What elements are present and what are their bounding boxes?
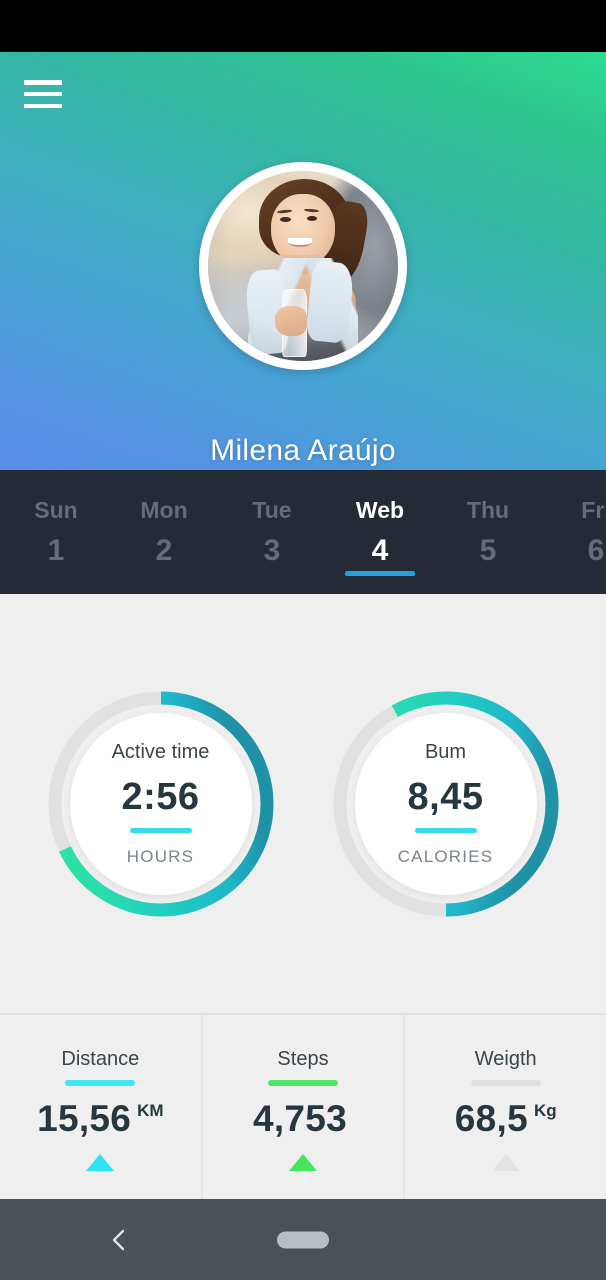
hamburger-icon[interactable]	[24, 80, 62, 108]
stat-unit: KM	[137, 1100, 164, 1120]
day-tab-dow: Web	[355, 496, 405, 523]
stat-unit: Kg	[533, 1100, 557, 1120]
stat-value-row: 15,56 KM	[37, 1098, 164, 1140]
status-bar	[0, 0, 606, 52]
stat-steps[interactable]: Steps 4,753	[200, 1015, 404, 1199]
day-tab-dow: Fri	[581, 496, 606, 523]
stat-label: Weigth	[474, 1047, 537, 1070]
ring-inner: Active time 2:56 HOURS	[69, 713, 252, 895]
hamburger-bar-2	[24, 91, 62, 97]
day-tab-dow: Tue	[252, 496, 292, 523]
app-screen: Milena Araújo Sun 1 Mon 2 Tue 3 Web 4 Thu 5 Fri 6 A…	[0, 0, 606, 1280]
stat-accent-bar	[268, 1079, 338, 1086]
ring-title: Active time	[111, 741, 210, 763]
avatar-photo	[208, 171, 398, 361]
day-strip[interactable]: Sun 1 Mon 2 Tue 3 Web 4 Thu 5 Fri 6	[0, 470, 606, 594]
home-pill-indicator[interactable]	[277, 1231, 329, 1248]
day-tab-sun[interactable]: Sun 1	[2, 470, 110, 594]
ring-active-time: Active time 2:56 HOURS	[46, 689, 276, 919]
day-tab-number: 2	[155, 533, 173, 567]
ring-inner: Bum 8,45 CALORIES	[354, 713, 537, 895]
ring-unit: HOURS	[126, 847, 195, 866]
stat-distance[interactable]: Distance 15,56 KM	[0, 1015, 201, 1199]
day-tab-number: 3	[263, 533, 281, 567]
stat-value-row: 4,753	[253, 1098, 353, 1140]
chevron-left-icon[interactable]	[106, 1227, 132, 1253]
avatar[interactable]	[199, 162, 407, 370]
android-nav-bar	[0, 1199, 606, 1280]
day-tab-mon[interactable]: Mon 2	[110, 470, 218, 594]
ring-unit: CALORIES	[397, 847, 494, 866]
stat-trend-up-icon	[86, 1153, 115, 1171]
day-tab-number: 5	[479, 533, 497, 567]
photo-vignette	[208, 171, 398, 361]
day-tab-fri[interactable]: Fri 6	[542, 470, 606, 594]
stat-value: 15,56	[37, 1097, 132, 1139]
day-tab-number: 6	[587, 533, 605, 567]
stat-accent-bar	[65, 1079, 136, 1086]
day-tab-thu[interactable]: Thu 5	[434, 470, 542, 594]
stat-value-row: 68,5 Kg	[455, 1098, 557, 1140]
day-tab-underline	[345, 571, 415, 576]
stat-label: Steps	[277, 1047, 329, 1070]
ring-accent-bar	[414, 828, 477, 833]
profile-header: Milena Araújo	[0, 52, 606, 470]
ring-accent-bar	[129, 828, 192, 833]
stat-weight[interactable]: Weigth 68,5 Kg	[403, 1015, 606, 1199]
day-tab-dow: Thu	[466, 496, 510, 523]
stat-trend-up-icon	[491, 1153, 520, 1171]
summary-stats-row: Distance 15,56 KM Steps 4,753 Weigth 68,5 Kg	[0, 1013, 606, 1199]
stat-value: 4,753	[252, 1097, 348, 1139]
day-tab-dow: Mon	[140, 496, 188, 523]
day-tab-number: 4	[371, 533, 389, 567]
day-tab-number: 1	[47, 533, 65, 567]
stat-trend-up-icon	[289, 1153, 317, 1171]
day-tab-underline	[453, 571, 523, 576]
hamburger-bar-3	[24, 103, 62, 108]
day-tab-dow: Sun	[34, 496, 78, 523]
day-tab-underline	[561, 571, 606, 576]
day-tab-underline	[21, 571, 91, 576]
day-tab-underline	[129, 571, 199, 576]
stat-accent-bar	[470, 1079, 541, 1086]
ring-burn-calories: Bum 8,45 CALORIES	[331, 689, 561, 919]
stat-label: Distance	[61, 1047, 140, 1070]
ring-value: 8,45	[407, 776, 484, 818]
ring-title: Bum	[424, 741, 467, 763]
hamburger-bar-1	[24, 80, 62, 85]
ring-value: 2:56	[121, 776, 200, 818]
day-tab-underline	[237, 571, 307, 576]
day-tab-tue[interactable]: Tue 3	[218, 470, 326, 594]
page-title: Milena Araújo	[210, 434, 396, 467]
day-tab-web[interactable]: Web 4	[326, 470, 434, 594]
stat-value: 68,5	[454, 1097, 528, 1139]
ring-stats-section: Active time 2:56 HOURS Bum 8,45 CALORIES	[0, 594, 606, 1014]
